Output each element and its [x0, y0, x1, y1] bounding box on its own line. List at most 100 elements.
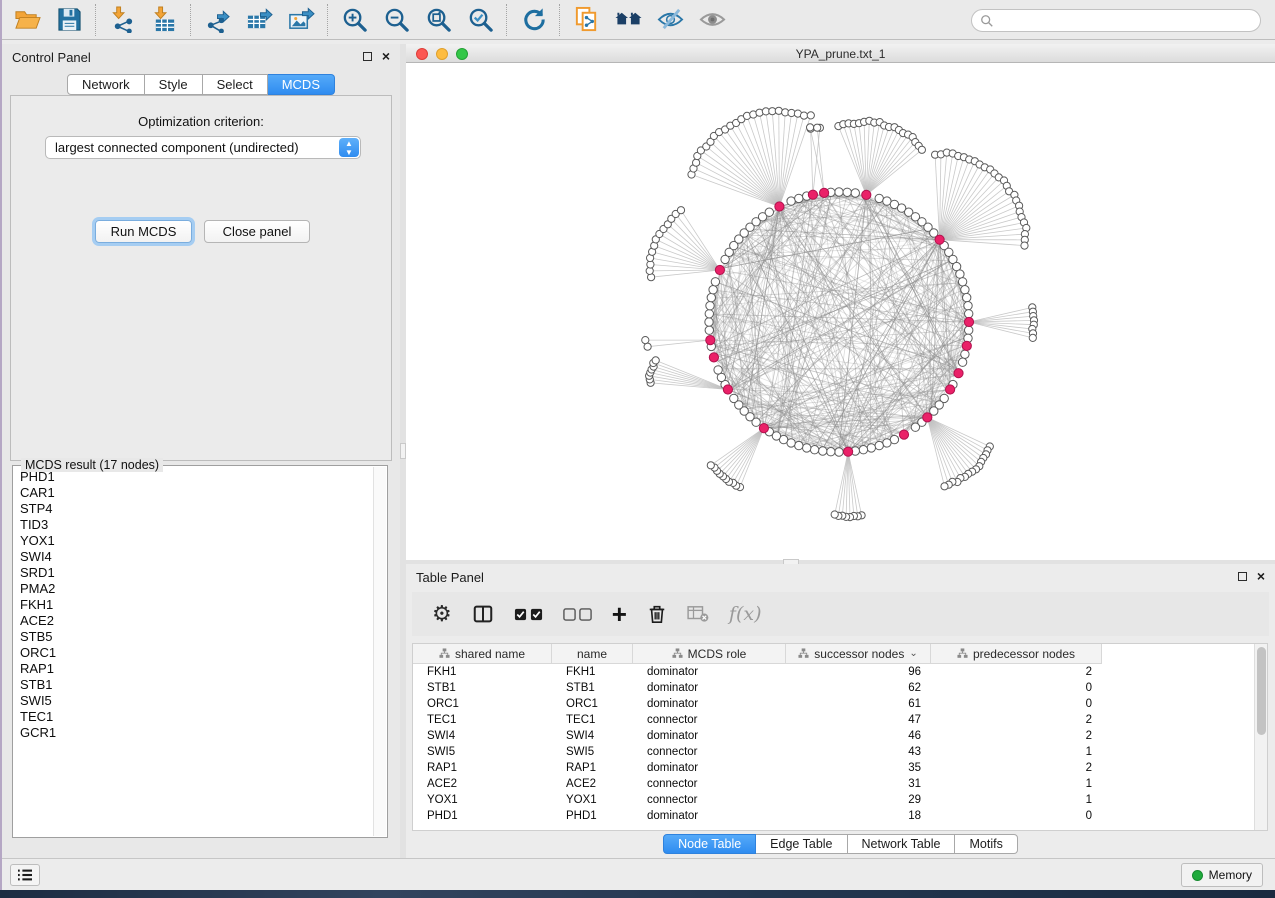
control-panel: Control Panel × NetworkStyleSelectMCDS O… — [2, 44, 400, 858]
close-panel-icon[interactable]: × — [1257, 570, 1265, 582]
settings-gear-icon[interactable]: ⚙ — [432, 603, 452, 625]
table-cell: SWI4 — [413, 728, 552, 744]
refresh-icon[interactable] — [512, 3, 554, 37]
import-network-icon[interactable] — [101, 3, 143, 37]
column-header-successor-nodes[interactable]: successor nodes⌄ — [786, 644, 931, 664]
result-node-item[interactable]: GCR1 — [14, 725, 373, 741]
zoom-out-icon[interactable] — [375, 3, 417, 37]
show-all-icon[interactable] — [691, 3, 733, 37]
duplicate-network-icon[interactable] — [565, 3, 607, 37]
table-row[interactable]: TEC1TEC1connector472 — [413, 712, 1254, 728]
mcds-result-list[interactable]: PHD1CAR1STP4TID3YOX1SWI4SRD1PMA2FKH1ACE2… — [14, 469, 373, 836]
float-panel-icon[interactable] — [1238, 572, 1247, 581]
result-node-item[interactable]: RAP1 — [14, 661, 373, 677]
tab-network[interactable]: Network — [67, 74, 145, 95]
search-input[interactable] — [994, 14, 1260, 28]
open-folder-icon[interactable] — [6, 3, 48, 37]
table-row[interactable]: ACE2ACE2connector311 — [413, 776, 1254, 792]
table-cell: connector — [633, 776, 786, 792]
table-row[interactable]: PHD1PHD1dominator180 — [413, 808, 1254, 824]
zoom-selected-icon[interactable] — [459, 3, 501, 37]
table-cell: 29 — [786, 792, 931, 808]
table-cell: TEC1 — [413, 712, 552, 728]
table-header-row: shared namenameMCDS rolesuccessor nodes⌄… — [413, 644, 1102, 664]
delete-column-icon[interactable] — [647, 603, 667, 625]
export-image-icon[interactable] — [280, 3, 322, 37]
first-neighbors-icon[interactable] — [607, 3, 649, 37]
result-node-item[interactable]: STB5 — [14, 629, 373, 645]
result-node-item[interactable]: SWI4 — [14, 549, 373, 565]
column-header-shared-name[interactable]: shared name — [413, 644, 552, 664]
hide-selected-icon[interactable] — [649, 3, 691, 37]
close-panel-button[interactable]: Close panel — [204, 220, 310, 243]
network-graph[interactable] — [406, 63, 1275, 560]
mcds-result-box: MCDS result (17 nodes) PHD1CAR1STP4TID3Y… — [12, 465, 388, 838]
float-panel-icon[interactable] — [363, 52, 372, 61]
result-list-scrollbar[interactable] — [373, 467, 386, 836]
table-row[interactable]: ORC1ORC1dominator610 — [413, 696, 1254, 712]
table-row[interactable]: SWI4SWI4dominator462 — [413, 728, 1254, 744]
table-cell: dominator — [633, 728, 786, 744]
tab-mcds[interactable]: MCDS — [268, 74, 335, 95]
result-node-item[interactable]: SRD1 — [14, 565, 373, 581]
table-row[interactable]: STB1STB1dominator620 — [413, 680, 1254, 696]
scrollbar-thumb[interactable] — [1257, 647, 1266, 735]
optimization-criterion-dropdown[interactable]: largest connected component (undirected)… — [45, 136, 361, 159]
tab-style[interactable]: Style — [145, 74, 203, 95]
result-node-item[interactable]: TEC1 — [14, 709, 373, 725]
result-node-item[interactable]: YOX1 — [14, 533, 373, 549]
tab-edge-table[interactable]: Edge Table — [756, 834, 847, 854]
status-bar: Memory — [0, 858, 1275, 890]
result-node-item[interactable]: FKH1 — [14, 597, 373, 613]
tab-network-table[interactable]: Network Table — [848, 834, 956, 854]
deselect-all-rows-icon[interactable] — [563, 608, 592, 621]
table-cell: PHD1 — [413, 808, 552, 824]
result-node-item[interactable]: CAR1 — [14, 485, 373, 501]
result-node-item[interactable]: SWI5 — [14, 693, 373, 709]
toolbar-separator — [327, 4, 328, 36]
result-node-item[interactable]: STB1 — [14, 677, 373, 693]
apply-function-icon[interactable]: f(x) — [729, 603, 762, 625]
delete-table-icon[interactable] — [687, 605, 709, 623]
table-row[interactable]: YOX1YOX1connector291 — [413, 792, 1254, 808]
tab-motifs[interactable]: Motifs — [955, 834, 1017, 854]
result-node-item[interactable]: ACE2 — [14, 613, 373, 629]
column-header-MCDS-role[interactable]: MCDS role — [633, 644, 786, 664]
save-icon[interactable] — [48, 3, 90, 37]
table-scrollbar[interactable] — [1254, 644, 1267, 830]
network-window-titlebar[interactable]: YPA_prune.txt_1 — [406, 44, 1275, 63]
table-row[interactable]: SWI5SWI5connector431 — [413, 744, 1254, 760]
result-node-item[interactable]: PMA2 — [14, 581, 373, 597]
result-node-item[interactable]: STP4 — [14, 501, 373, 517]
result-node-item[interactable]: TID3 — [14, 517, 373, 533]
network-canvas[interactable] — [406, 63, 1275, 560]
table-row[interactable]: FKH1FKH1dominator962 — [413, 664, 1254, 680]
table-row[interactable]: RAP1RAP1dominator352 — [413, 760, 1254, 776]
table-cell: RAP1 — [413, 760, 552, 776]
column-header-predecessor-nodes[interactable]: predecessor nodes — [931, 644, 1102, 664]
table-cell: ACE2 — [552, 776, 633, 792]
close-panel-icon[interactable]: × — [382, 50, 390, 62]
export-table-icon[interactable] — [238, 3, 280, 37]
table-cell: SWI5 — [552, 744, 633, 760]
tab-select[interactable]: Select — [203, 74, 268, 95]
column-header-name[interactable]: name — [552, 644, 633, 664]
run-mcds-button[interactable]: Run MCDS — [95, 220, 192, 243]
table-cell: 18 — [786, 808, 931, 824]
add-column-icon[interactable]: + — [612, 604, 627, 624]
search-box[interactable] — [971, 9, 1261, 32]
result-node-item[interactable]: ORC1 — [14, 645, 373, 661]
zoom-fit-icon[interactable] — [417, 3, 459, 37]
memory-button[interactable]: Memory — [1181, 863, 1263, 887]
export-network-icon[interactable] — [196, 3, 238, 37]
result-node-item[interactable]: PHD1 — [14, 469, 373, 485]
import-table-icon[interactable] — [143, 3, 185, 37]
desktop-edge — [0, 0, 2, 890]
select-all-rows-icon[interactable] — [514, 608, 543, 621]
column-layout-icon[interactable] — [472, 603, 494, 625]
task-history-button[interactable] — [10, 864, 40, 886]
table-cell: dominator — [633, 680, 786, 696]
zoom-in-icon[interactable] — [333, 3, 375, 37]
tab-node-table[interactable]: Node Table — [663, 834, 756, 854]
table-cell: YOX1 — [413, 792, 552, 808]
